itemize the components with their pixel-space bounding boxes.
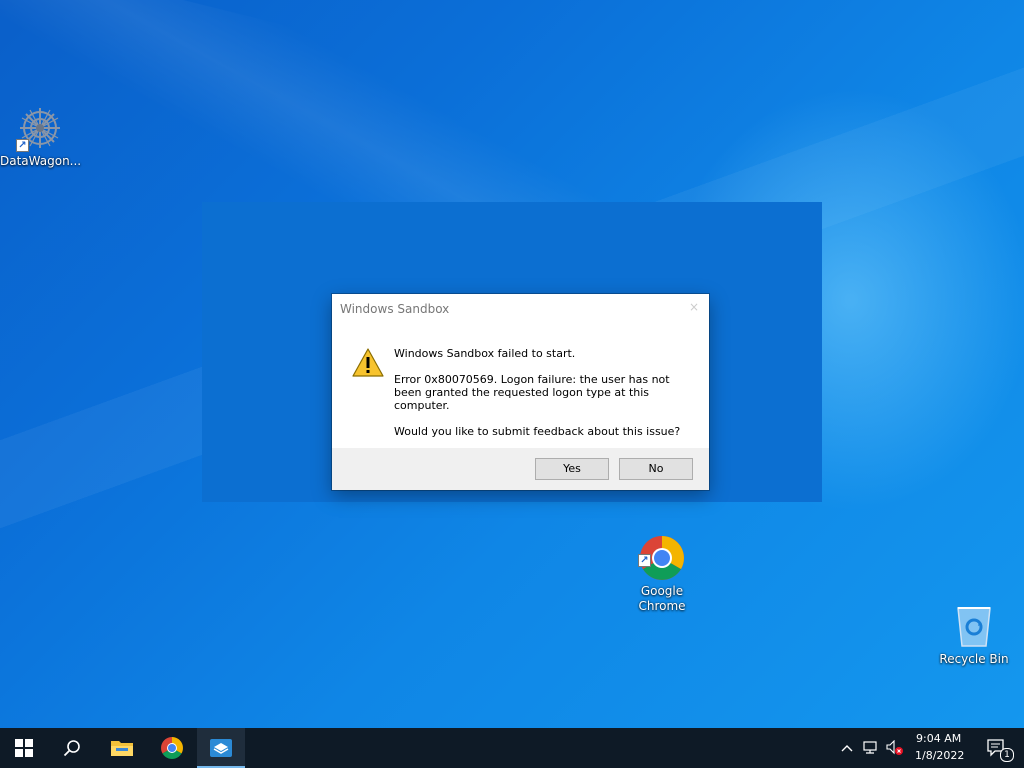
network-icon (863, 741, 877, 754)
chrome-icon (161, 737, 183, 759)
taskbar-chrome[interactable] (148, 728, 196, 768)
clock[interactable]: 9:04 AM 1/8/2022 (908, 728, 970, 768)
windows-logo-icon (15, 739, 33, 757)
message-heading: Windows Sandbox failed to start. (394, 347, 576, 360)
network-status[interactable] (860, 728, 882, 768)
show-hidden-icons-button[interactable] (836, 728, 858, 768)
desktop-icon-recycle-bin[interactable]: Recycle Bin (934, 602, 1014, 667)
taskbar-windows-sandbox[interactable] (197, 728, 245, 768)
warning-icon (352, 348, 384, 378)
search-button[interactable] (48, 728, 96, 768)
no-button[interactable]: No (619, 458, 693, 480)
dialog-title: Windows Sandbox (340, 302, 450, 316)
windows-sandbox-icon (210, 739, 232, 757)
desktop-icon-google-chrome[interactable]: ↗ Google Chrome (622, 504, 702, 629)
yes-button[interactable]: Yes (535, 458, 609, 480)
dialog-button-bar: Yes No (332, 448, 709, 490)
shortcut-arrow-icon: ↗ (16, 139, 29, 152)
close-icon[interactable]: × (689, 300, 699, 314)
notification-count: 1 (1004, 750, 1010, 760)
volume-muted-icon (886, 740, 903, 755)
dialog-titlebar[interactable]: Windows Sandbox × (332, 294, 709, 324)
file-explorer-icon (111, 741, 133, 756)
error-dialog: Windows Sandbox × Windows Sandbox failed… (332, 294, 709, 490)
dialog-message: Windows Sandbox failed to start. Error 0… (394, 347, 694, 451)
clock-date: 1/8/2022 (915, 749, 965, 762)
start-button[interactable] (0, 728, 48, 768)
clock-time: 9:04 AM (916, 732, 962, 745)
desktop-icon-label: DataWagon... (0, 154, 82, 168)
message-question: Would you like to submit feedback about … (394, 425, 681, 438)
chrome-icon: ↗ (638, 519, 686, 580)
desktop-icon-label: Google Chrome (638, 584, 686, 613)
notification-count-badge: 1 (1000, 748, 1014, 762)
search-icon (63, 740, 80, 757)
message-error: Error 0x80070569. Logon failure: the use… (394, 373, 670, 412)
volume-status[interactable] (884, 728, 906, 768)
desktop-icon-label: Recycle Bin (939, 652, 1009, 666)
action-center-button[interactable]: 1 (976, 728, 1016, 768)
recycle-bin-icon (950, 602, 998, 650)
desktop-icon-datawagon[interactable]: ↗ DataWagon... (0, 104, 82, 169)
shortcut-arrow-icon: ↗ (638, 554, 651, 567)
desktop: ↗ DataWagon... ↗ Google Chrome Recycle B… (0, 0, 1024, 728)
chevron-up-icon (841, 745, 853, 752)
datawagon-icon: ↗ (16, 104, 64, 152)
taskbar: 9:04 AM 1/8/2022 1 (0, 728, 1024, 768)
taskbar-file-explorer[interactable] (98, 728, 146, 768)
